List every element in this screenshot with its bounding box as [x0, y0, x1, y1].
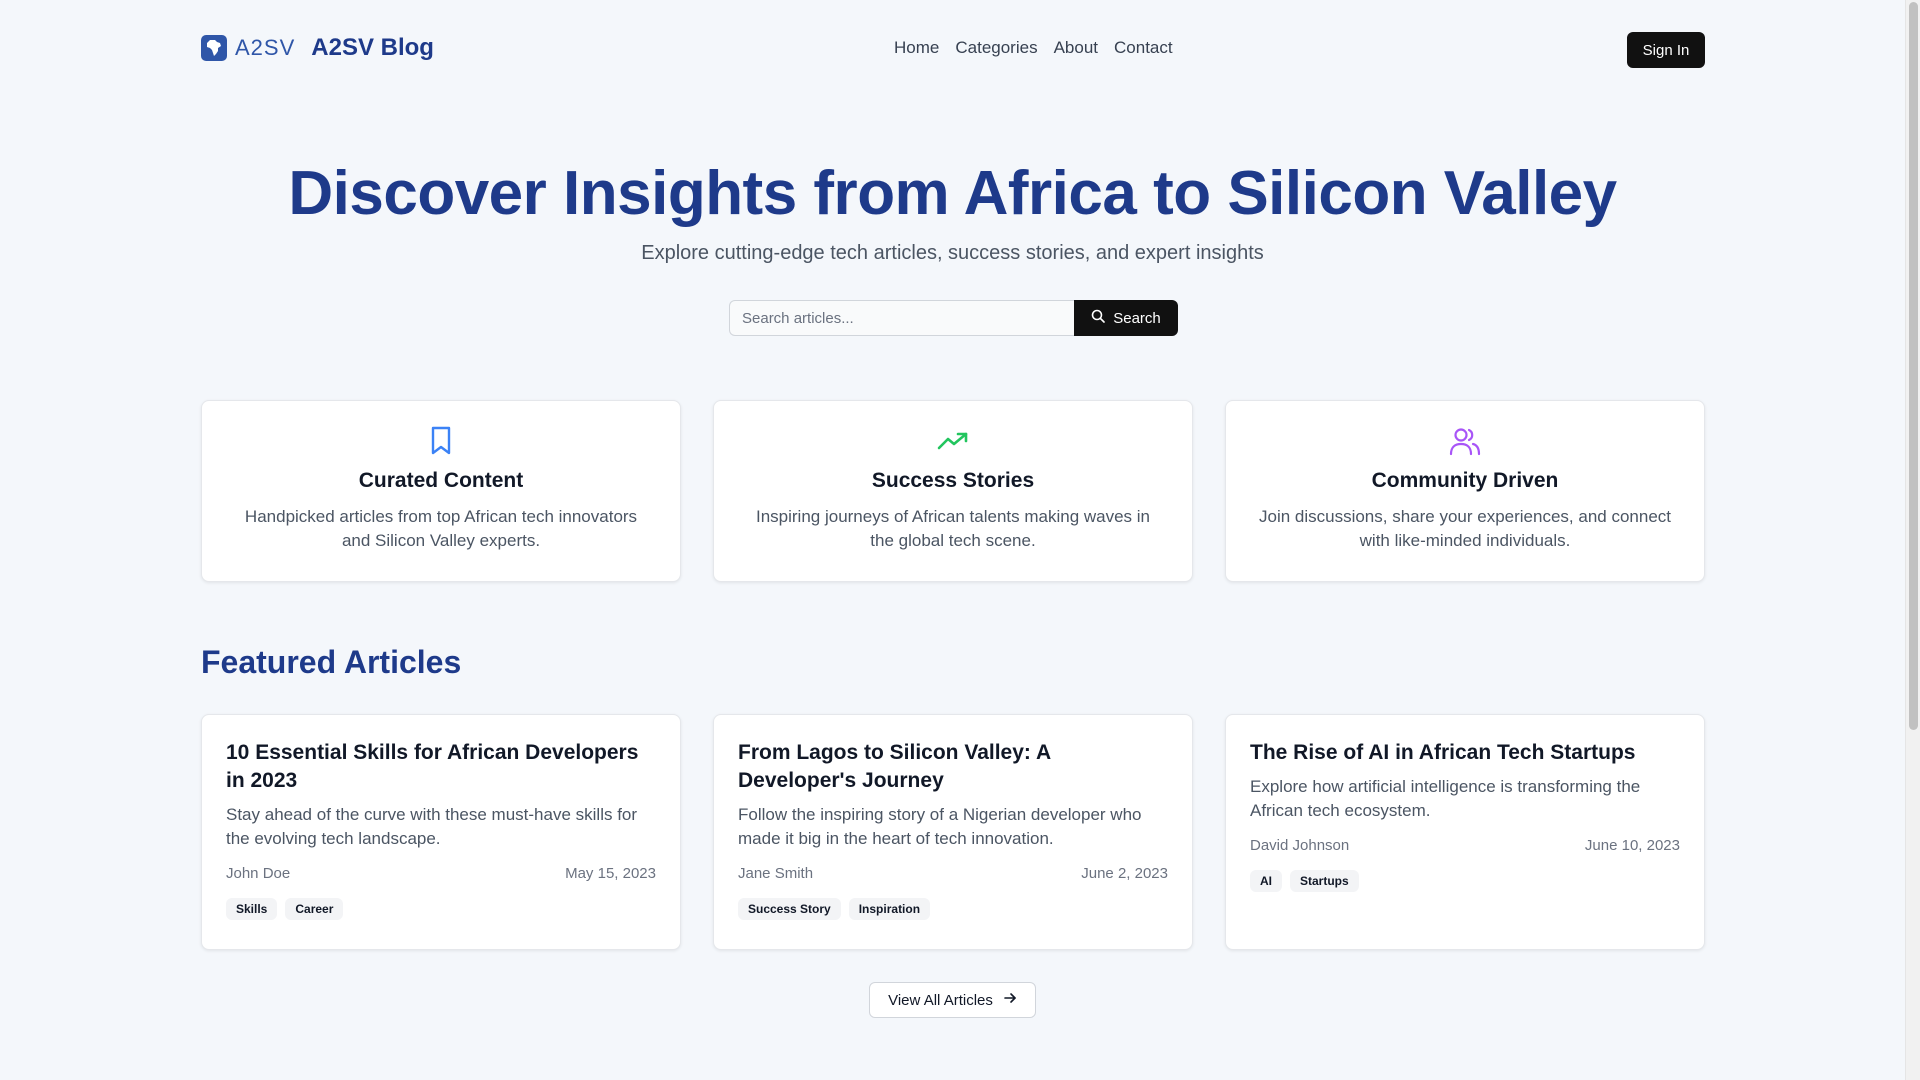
search-button[interactable]: Search: [1074, 300, 1178, 336]
feature-description: Join discussions, share your experiences…: [1258, 507, 1671, 550]
nav-contact[interactable]: Contact: [1114, 38, 1173, 58]
article-date: June 10, 2023: [1584, 837, 1680, 854]
a2sv-logo: A2SV: [235, 35, 296, 60]
feature-title: Community Driven: [1371, 469, 1559, 492]
nav-categories[interactable]: Categories: [955, 38, 1037, 58]
tag[interactable]: Success Story: [738, 898, 841, 920]
users-icon: [1226, 425, 1704, 457]
article-meta: John Doe May 15, 2023: [226, 865, 656, 882]
featured-articles-title: Featured Articles: [201, 644, 462, 680]
features: Curated Content Handpicked articles from…: [201, 400, 1705, 582]
article-author: John Doe: [226, 865, 291, 882]
bookmark-icon: [202, 425, 680, 457]
article-tags: Skills Career: [226, 898, 656, 920]
view-all-label: View All Articles: [888, 991, 993, 1009]
brand-name: A2SV Blog: [311, 34, 434, 61]
article-card[interactable]: From Lagos to Silicon Valley: A Develope…: [713, 714, 1193, 950]
search-bar: Search: [729, 300, 1178, 336]
search-input[interactable]: [729, 300, 1074, 336]
scrollbar-thumb[interactable]: [1909, 2, 1918, 730]
article-tags: Success Story Inspiration: [738, 898, 1168, 920]
article-card[interactable]: 10 Essential Skills for African Develope…: [201, 714, 681, 950]
nav-home[interactable]: Home: [894, 38, 939, 58]
search-button-label: Search: [1113, 309, 1161, 327]
arrow-right-icon: [1003, 991, 1017, 1009]
tag[interactable]: AI: [1250, 870, 1282, 892]
feature-description: Handpicked articles from top African tec…: [244, 507, 638, 550]
article-card[interactable]: The Rise of AI in African Tech Startups …: [1225, 714, 1705, 950]
site-header: A2SV A2SV Blog Home Categories About Con…: [0, 0, 1905, 100]
main-nav: Home Categories About Contact: [894, 38, 1173, 58]
article-excerpt: Stay ahead of the curve with these must-…: [226, 805, 638, 848]
tag[interactable]: Startups: [1290, 870, 1359, 892]
article-date: May 15, 2023: [565, 865, 656, 882]
article-excerpt: Explore how artificial intelligence is t…: [1250, 777, 1641, 820]
article-date: June 2, 2023: [1081, 865, 1168, 882]
article-author: David Johnson: [1250, 837, 1350, 854]
nav-about[interactable]: About: [1054, 38, 1098, 58]
featured-articles: 10 Essential Skills for African Develope…: [201, 714, 1705, 950]
article-meta: Jane Smith June 2, 2023: [738, 865, 1168, 882]
feature-card: Curated Content Handpicked articles from…: [201, 400, 681, 582]
page: A2SV A2SV Blog Home Categories About Con…: [0, 0, 1920, 1080]
tag[interactable]: Inspiration: [848, 898, 931, 920]
feature-title: Success Stories: [871, 469, 1035, 492]
tag[interactable]: Career: [285, 898, 344, 920]
article-title[interactable]: From Lagos to Silicon Valley: A Develope…: [738, 739, 1168, 795]
africa-logo-icon: [201, 35, 227, 61]
article-tags: AI Startups: [1250, 870, 1680, 892]
feature-card: Community Driven Join discussions, share…: [1225, 400, 1705, 582]
search-icon: [1091, 309, 1106, 327]
vertical-scrollbar[interactable]: [1905, 0, 1920, 1080]
article-excerpt: Follow the inspiring story of a Nigerian…: [738, 805, 1142, 848]
brand[interactable]: A2SV A2SV Blog: [201, 34, 434, 62]
hero-subtitle: Explore cutting-edge tech articles, succ…: [641, 242, 1264, 264]
tag[interactable]: Skills: [226, 898, 278, 920]
sign-in-button[interactable]: Sign In: [1627, 32, 1705, 68]
feature-title: Curated Content: [358, 469, 524, 492]
article-author: Jane Smith: [738, 865, 814, 882]
feature-description: Inspiring journeys of African talents ma…: [755, 507, 1151, 550]
hero-title: Discover Insights from Africa to Silicon…: [288, 159, 1617, 228]
trending-up-icon: [714, 425, 1192, 457]
logo-letters: A2SV: [235, 35, 296, 60]
article-title[interactable]: 10 Essential Skills for African Develope…: [226, 739, 656, 795]
view-all-articles-button[interactable]: View All Articles: [869, 982, 1036, 1018]
article-title[interactable]: The Rise of AI in African Tech Startups: [1250, 739, 1680, 767]
feature-card: Success Stories Inspiring journeys of Af…: [713, 400, 1193, 582]
article-meta: David Johnson June 10, 2023: [1250, 837, 1680, 854]
